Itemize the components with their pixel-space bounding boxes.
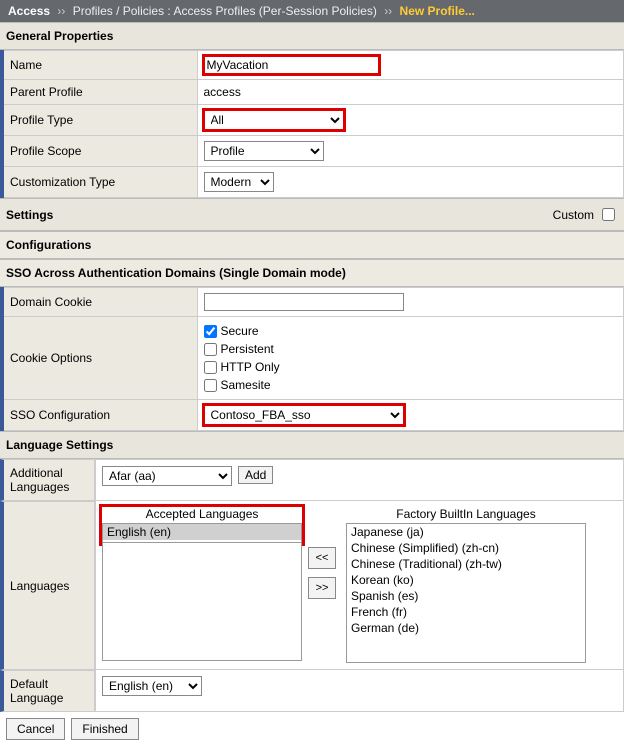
breadcrumb-seg-profiles[interactable]: Profiles / Policies : Access Profiles (P…	[73, 4, 377, 18]
section-sso: SSO Across Authentication Domains (Singl…	[0, 259, 624, 287]
section-general-properties: General Properties	[0, 22, 624, 50]
additional-language-select[interactable]: Afar (aa)	[102, 466, 232, 486]
move-left-button[interactable]: <<	[308, 547, 336, 569]
http-only-label: HTTP Only	[221, 358, 280, 376]
label-parent-profile: Parent Profile	[2, 80, 197, 105]
secure-checkbox[interactable]	[204, 325, 217, 338]
profile-scope-select[interactable]: Profile	[204, 141, 324, 161]
cancel-button[interactable]: Cancel	[6, 718, 65, 740]
label-cookie-options: Cookie Options	[2, 317, 197, 400]
breadcrumb: Access ›› Profiles / Policies : Access P…	[0, 0, 624, 22]
persistent-checkbox[interactable]	[204, 343, 217, 356]
list-item[interactable]: English (en)	[103, 524, 301, 540]
list-item[interactable]: Japanese (ja)	[347, 524, 585, 540]
value-parent-profile: access	[197, 80, 624, 105]
default-language-select[interactable]: English (en)	[102, 676, 202, 696]
list-item[interactable]: French (fr)	[347, 604, 585, 620]
secure-label: Secure	[221, 322, 259, 340]
label-sso-config: SSO Configuration	[2, 400, 197, 431]
label-additional-languages: Additional Languages	[0, 459, 95, 501]
customization-type-select[interactable]: Modern	[204, 172, 274, 192]
general-properties-table: Name Parent Profile access Profile Type …	[0, 50, 624, 198]
section-language: Language Settings	[0, 431, 624, 459]
section-settings: Settings Custom	[0, 198, 624, 231]
domain-cookie-input[interactable]	[204, 293, 404, 311]
samesite-label: Samesite	[221, 376, 271, 394]
persistent-label: Persistent	[221, 340, 274, 358]
sso-config-select[interactable]: Contoso_FBA_sso	[204, 405, 404, 425]
breadcrumb-current: New Profile...	[400, 4, 475, 18]
samesite-checkbox[interactable]	[204, 379, 217, 392]
factory-languages-list[interactable]: Japanese (ja) Chinese (Simplified) (zh-c…	[346, 523, 586, 663]
list-item[interactable]: Chinese (Simplified) (zh-cn)	[347, 540, 585, 556]
profile-type-select[interactable]: All	[204, 110, 344, 130]
accepted-languages-title: Accepted Languages	[102, 507, 302, 521]
add-language-button[interactable]: Add	[238, 466, 273, 484]
label-customization-type: Customization Type	[2, 167, 197, 198]
breadcrumb-sep-icon: ››	[57, 4, 65, 18]
label-languages: Languages	[0, 501, 95, 670]
section-title: Settings	[6, 208, 53, 222]
section-title: General Properties	[6, 29, 113, 43]
http-only-checkbox[interactable]	[204, 361, 217, 374]
label-domain-cookie: Domain Cookie	[2, 288, 197, 317]
section-title: Configurations	[6, 238, 91, 252]
list-item[interactable]: Chinese (Traditional) (zh-tw)	[347, 556, 585, 572]
section-title: Language Settings	[6, 438, 113, 452]
finished-button[interactable]: Finished	[71, 718, 138, 740]
section-title: SSO Across Authentication Domains (Singl…	[6, 266, 346, 280]
name-input[interactable]	[204, 56, 379, 74]
footer: Cancel Finished	[0, 712, 624, 746]
label-name: Name	[2, 51, 197, 80]
move-right-button[interactable]: >>	[308, 577, 336, 599]
accepted-languages-list-preview[interactable]: English (en)	[102, 523, 302, 543]
label-custom: Custom	[553, 208, 594, 222]
breadcrumb-sep-icon: ››	[384, 4, 392, 18]
sso-table: Domain Cookie Cookie Options Secure Pers…	[0, 287, 624, 431]
list-item[interactable]: Spanish (es)	[347, 588, 585, 604]
label-profile-scope: Profile Scope	[2, 136, 197, 167]
label-profile-type: Profile Type	[2, 105, 197, 136]
list-item[interactable]: German (de)	[347, 620, 585, 636]
list-item[interactable]: Korean (ko)	[347, 572, 585, 588]
section-configurations: Configurations	[0, 231, 624, 259]
label-default-language: Default Language	[0, 670, 95, 712]
accepted-languages-list[interactable]	[102, 543, 302, 661]
custom-checkbox[interactable]	[602, 208, 615, 221]
factory-languages-title: Factory BuiltIn Languages	[396, 507, 535, 521]
breadcrumb-seg-access[interactable]: Access	[8, 4, 50, 18]
